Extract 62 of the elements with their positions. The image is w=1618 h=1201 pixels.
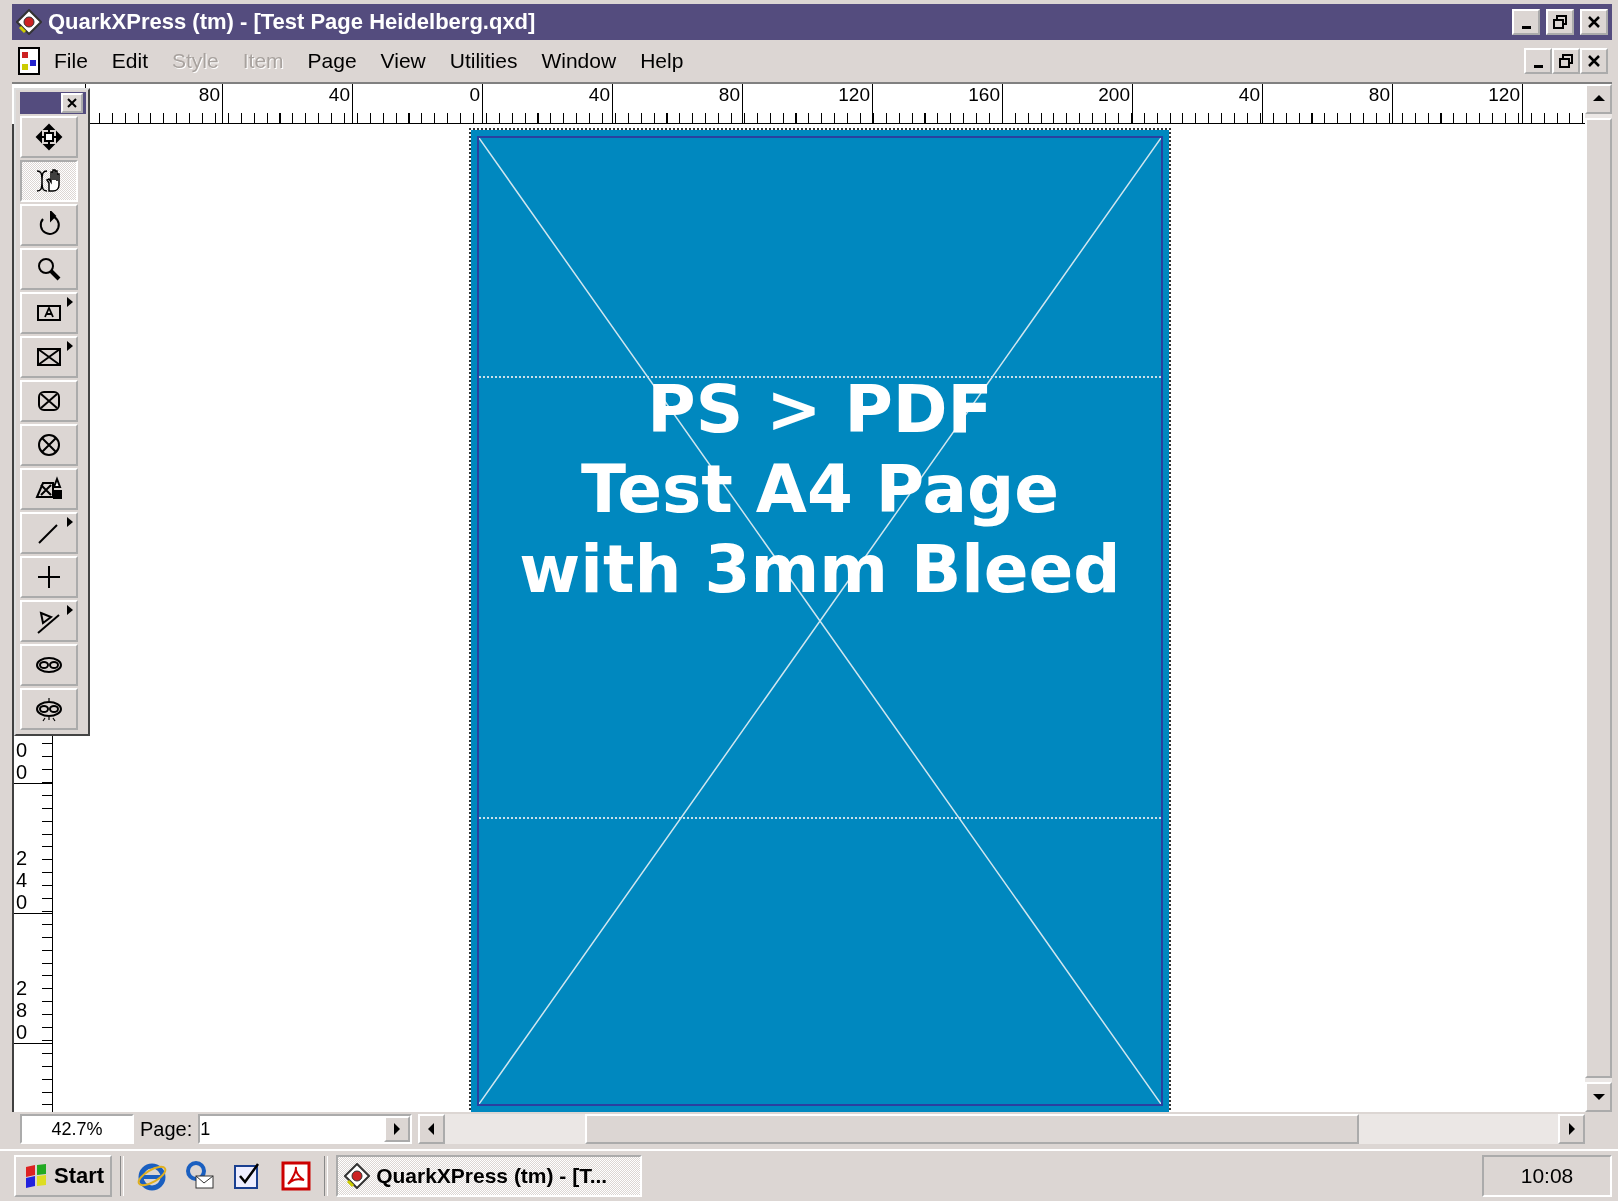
app-icon — [16, 9, 42, 35]
minimize-button[interactable] — [1524, 48, 1552, 74]
unlink-tool-icon — [35, 695, 63, 723]
minimize-button[interactable] — [1512, 9, 1540, 35]
close-icon — [67, 98, 77, 108]
ortholine-tool-icon — [35, 563, 63, 591]
close-button[interactable] — [1580, 48, 1608, 74]
page-field[interactable]: 1 — [198, 1114, 413, 1144]
tool-button[interactable] — [20, 424, 78, 466]
document-icon[interactable] — [16, 46, 42, 76]
popout-arrow-icon — [67, 297, 73, 307]
close-button[interactable] — [61, 93, 83, 113]
zoom-field[interactable]: 42.7% — [20, 1114, 134, 1144]
page-menu-button[interactable] — [384, 1116, 411, 1142]
tool-button[interactable] — [20, 336, 78, 378]
tool-button[interactable] — [20, 160, 78, 202]
move-tool-icon — [35, 123, 63, 151]
menu-item[interactable]: Utilities — [437, 49, 530, 73]
tool-button[interactable] — [20, 688, 78, 730]
page-label: Page: — [140, 1117, 193, 1141]
popout-arrow-icon — [67, 605, 73, 615]
tool-button[interactable] — [20, 512, 78, 554]
close-icon — [1587, 15, 1601, 29]
content-tool-icon — [35, 167, 63, 195]
minimize-icon — [1533, 65, 1543, 68]
start-button[interactable]: Start — [14, 1155, 113, 1197]
tool-button[interactable] — [20, 204, 78, 246]
tool-button[interactable] — [20, 116, 78, 158]
scroll-up-button[interactable] — [1585, 84, 1612, 114]
tool-button[interactable] — [20, 644, 78, 686]
menu-item[interactable]: Window — [529, 49, 629, 73]
tool-button[interactable] — [20, 380, 78, 422]
scroll-down-button[interactable] — [1585, 1082, 1612, 1112]
taskbar-window-button[interactable]: QuarkXPress (tm) - [T... — [336, 1155, 643, 1197]
app-icon — [344, 1163, 371, 1189]
restore-icon — [1559, 54, 1573, 68]
menu-item[interactable]: Help — [628, 49, 696, 73]
tool-button[interactable] — [20, 292, 78, 334]
close-button[interactable] — [1580, 9, 1608, 35]
zoom-tool-icon — [35, 255, 63, 283]
clock: 10:08 — [1482, 1155, 1612, 1197]
restore-button[interactable] — [1546, 9, 1574, 35]
restore-icon — [1553, 15, 1567, 29]
horizontal-scrollbar[interactable] — [418, 1114, 1585, 1144]
tool-button[interactable] — [20, 468, 78, 510]
tool-button[interactable] — [20, 600, 78, 642]
popout-arrow-icon — [67, 517, 73, 527]
restore-button[interactable] — [1552, 48, 1580, 74]
menu-item[interactable]: Edit — [99, 49, 161, 73]
minimize-icon — [1521, 26, 1531, 29]
menu-item[interactable]: View — [368, 49, 438, 73]
menu-item[interactable]: File — [42, 49, 100, 73]
close-icon — [1587, 54, 1601, 68]
popout-arrow-icon — [67, 341, 73, 351]
scroll-thumb[interactable] — [585, 1114, 1360, 1144]
scroll-left-button[interactable] — [418, 1114, 446, 1144]
scroll-right-button[interactable] — [1558, 1114, 1585, 1144]
menu-item[interactable]: Page — [295, 49, 369, 73]
tool-button[interactable] — [20, 556, 78, 598]
ovalbox-tool-icon — [35, 431, 63, 459]
tool-button[interactable] — [20, 248, 78, 290]
window-title: QuarkXPress (tm) - [Test Page Heidelberg.qxd] — [48, 9, 537, 35]
